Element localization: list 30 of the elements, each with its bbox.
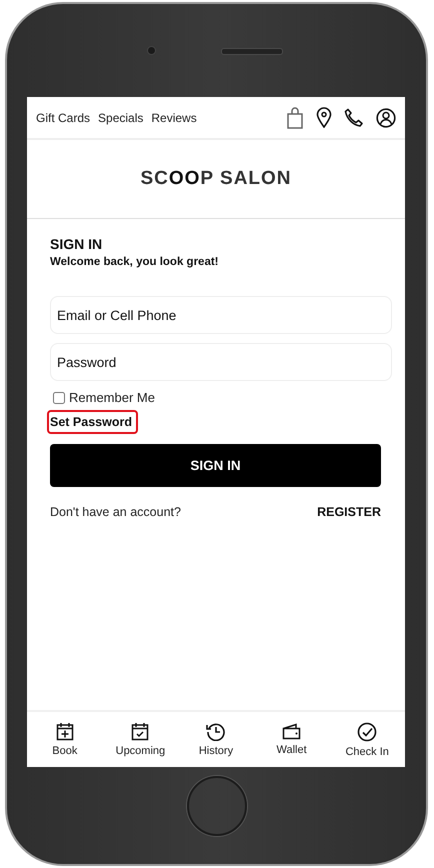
- location-pin-icon[interactable]: [316, 107, 332, 128]
- speaker-icon: [220, 48, 282, 55]
- set-password-link[interactable]: Set Password: [47, 410, 138, 434]
- remember-checkbox[interactable]: [53, 392, 65, 404]
- shopping-bag-icon[interactable]: [286, 106, 304, 128]
- sign-in-title: SIGN IN: [50, 236, 104, 252]
- sign-in-button[interactable]: SIGN IN: [50, 444, 381, 487]
- tab-bar-item[interactable]: Wallet: [254, 723, 330, 756]
- nav-link[interactable]: Reviews: [151, 110, 197, 124]
- register-prompt: Don't have an account?: [50, 505, 181, 519]
- phone-icon[interactable]: [344, 108, 364, 128]
- tab-bar-item[interactable]: Book: [27, 722, 102, 757]
- register-link[interactable]: REGISTER: [317, 505, 381, 519]
- nav-link[interactable]: Gift Cards: [36, 110, 90, 124]
- tab-bar-item[interactable]: History: [178, 722, 254, 757]
- tab-bar-item[interactable]: Check In: [330, 722, 405, 758]
- input-field[interactable]: Password: [50, 343, 392, 381]
- tab-bar-item[interactable]: Upcoming: [102, 722, 178, 757]
- calendar-check-icon: [131, 722, 150, 741]
- input-field[interactable]: Email or Cell Phone: [50, 296, 392, 334]
- remember-label: Remember Me: [69, 390, 155, 405]
- account-icon[interactable]: [376, 108, 396, 128]
- welcome-text: Welcome back, you look great!: [50, 256, 220, 268]
- history-icon: [206, 722, 226, 741]
- wallet-icon: [282, 723, 302, 740]
- nav-link[interactable]: Specials: [98, 110, 144, 124]
- salon-logo: SCOOP SALON: [140, 168, 292, 190]
- camera-icon: [147, 46, 156, 55]
- check-circle-icon: [357, 722, 378, 742]
- calendar-plus-icon: [56, 722, 74, 741]
